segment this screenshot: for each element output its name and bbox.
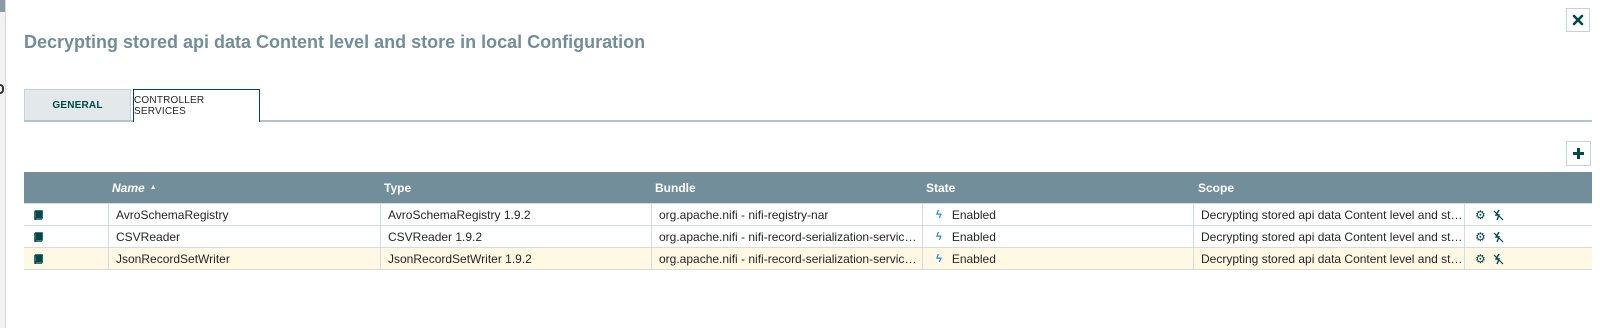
service-state: Enabled bbox=[951, 252, 996, 266]
service-name: AvroSchemaRegistry bbox=[116, 208, 229, 222]
bolt-icon: ϟ bbox=[936, 231, 942, 243]
table-header: Name ▲ Type Bundle State Scope bbox=[24, 172, 1592, 203]
disable-icon[interactable] bbox=[1493, 231, 1504, 243]
tab-general[interactable]: GENERAL bbox=[24, 89, 131, 120]
background-icon bbox=[0, 84, 4, 94]
book-icon[interactable] bbox=[33, 254, 43, 264]
add-controller-service-button[interactable] bbox=[1566, 141, 1591, 166]
gear-icon[interactable]: ⚙ bbox=[1475, 252, 1486, 266]
gear-icon[interactable]: ⚙ bbox=[1475, 208, 1486, 222]
column-header-bundle[interactable]: Bundle bbox=[655, 172, 696, 203]
sort-ascending-icon: ▲ bbox=[149, 184, 157, 191]
plus-icon bbox=[1573, 148, 1584, 159]
service-name: JsonRecordSetWriter bbox=[116, 252, 230, 266]
service-bundle: org.apache.nifi - nifi-record-serializat… bbox=[659, 230, 922, 244]
column-header-name[interactable]: Name ▲ bbox=[112, 172, 157, 203]
service-scope: Decrypting stored api data Content level… bbox=[1201, 252, 1464, 266]
tab-bar: GENERAL CONTROLLER SERVICES bbox=[24, 89, 1592, 122]
service-type: AvroSchemaRegistry 1.9.2 bbox=[388, 208, 531, 222]
dialog-title: Decrypting stored api data Content level… bbox=[24, 32, 646, 52]
service-scope: Decrypting stored api data Content level… bbox=[1201, 230, 1464, 244]
service-type: CSVReader 1.9.2 bbox=[388, 230, 483, 244]
service-state: Enabled bbox=[951, 208, 996, 222]
table-row-selected[interactable]: JsonRecordSetWriter JsonRecordSetWriter … bbox=[24, 247, 1592, 270]
book-icon[interactable] bbox=[33, 210, 43, 220]
close-icon bbox=[1572, 14, 1584, 26]
column-header-state[interactable]: State bbox=[926, 172, 955, 203]
background-bar bbox=[0, 0, 5, 12]
service-type: JsonRecordSetWriter 1.9.2 bbox=[388, 252, 532, 266]
close-button[interactable] bbox=[1566, 8, 1590, 32]
column-header-scope[interactable]: Scope bbox=[1198, 172, 1234, 203]
background-canvas-edge bbox=[0, 0, 6, 328]
gear-icon[interactable]: ⚙ bbox=[1475, 230, 1486, 244]
table-row[interactable]: CSVReader CSVReader 1.9.2 org.apache.nif… bbox=[24, 225, 1592, 248]
tab-controller-services[interactable]: CONTROLLER SERVICES bbox=[133, 89, 260, 122]
service-scope: Decrypting stored api data Content level… bbox=[1201, 208, 1464, 222]
book-icon[interactable] bbox=[33, 232, 43, 242]
service-bundle: org.apache.nifi - nifi-registry-nar bbox=[659, 208, 829, 222]
disable-icon[interactable] bbox=[1493, 253, 1504, 265]
disable-icon[interactable] bbox=[1493, 209, 1504, 221]
column-header-type[interactable]: Type bbox=[384, 172, 411, 203]
bolt-icon: ϟ bbox=[936, 209, 942, 221]
service-name: CSVReader bbox=[116, 230, 181, 244]
service-bundle: org.apache.nifi - nifi-record-serializat… bbox=[659, 252, 922, 266]
table-row[interactable]: AvroSchemaRegistry AvroSchemaRegistry 1.… bbox=[24, 203, 1592, 226]
service-state: Enabled bbox=[951, 230, 996, 244]
bolt-icon: ϟ bbox=[936, 253, 942, 265]
controller-services-table: Name ▲ Type Bundle State Scope AvroSchem… bbox=[24, 172, 1592, 270]
